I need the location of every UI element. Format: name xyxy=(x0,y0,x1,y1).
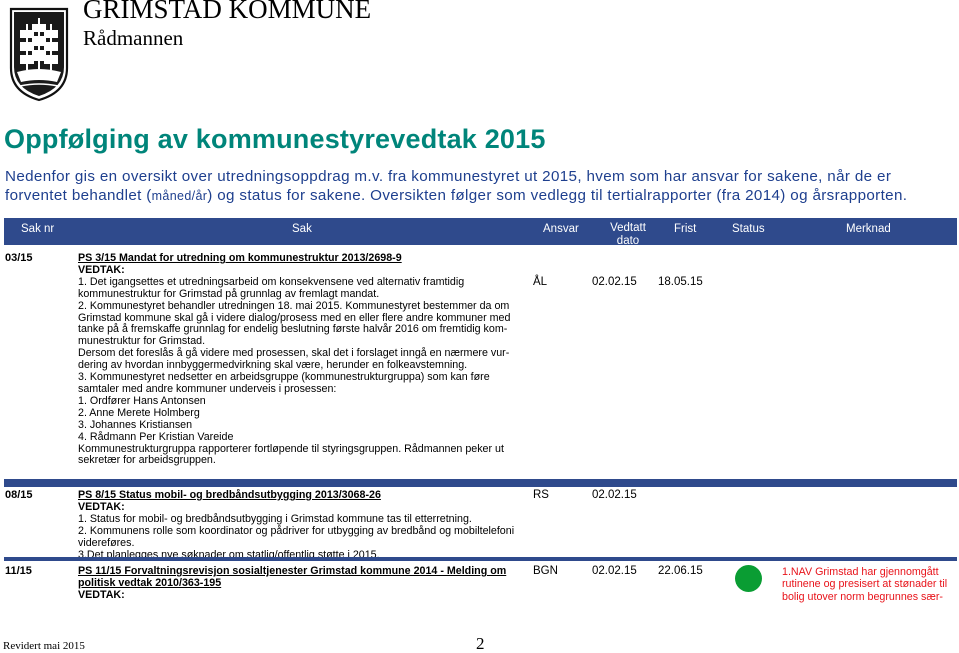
row-frist: 22.06.15 xyxy=(658,565,703,577)
row-line: 3. Johannes Kristiansen xyxy=(78,418,193,431)
merknad-line: bolig utover norm begrunnes sær- xyxy=(782,590,943,603)
row-ansvar: BGN xyxy=(533,565,558,577)
col-header-status: Status xyxy=(732,223,765,235)
col-header-saknr: Sak nr xyxy=(21,223,55,235)
row-sak: PS 3/15 Mandat for utredning om kommunes… xyxy=(78,252,523,467)
row-line: kommunestruktur for Grimstad på grunnlag… xyxy=(78,287,380,300)
merknad-line: rutinene og presisert at stønader til xyxy=(782,578,948,591)
page-number: 2 xyxy=(476,634,485,653)
row-separator xyxy=(4,557,957,561)
row-vedtatt: 02.02.15 xyxy=(592,276,637,288)
row-line: 2. Anne Merete Holmberg xyxy=(78,406,200,419)
row-line: 1. Ordfører Hans Antonsen xyxy=(78,394,206,407)
col-header-vedtatt-1: Vedtatt xyxy=(610,222,646,234)
row-line: 1. Det igangsettes et utredningsarbeid o… xyxy=(78,275,465,288)
col-header-vedtatt: Vedtatt dato xyxy=(608,222,648,248)
row-saknr: 03/15 xyxy=(5,252,33,264)
row-sak-title-2[interactable]: politisk vedtak 2010/363-195 xyxy=(78,577,523,590)
col-header-ansvar: Ansvar xyxy=(543,223,579,235)
row-ansvar: RS xyxy=(533,489,549,501)
col-header-vedtatt-2: dato xyxy=(616,235,640,247)
revision-note: Revidert mai 2015 xyxy=(3,640,85,652)
row-line: 2. Kommunestyret behandler utredningen 1… xyxy=(78,299,510,312)
row-vedtatt: 02.02.15 xyxy=(592,489,637,501)
intro-text-2: ) og status for sakene. Oversikten følge… xyxy=(207,187,908,204)
status-indicator-icon xyxy=(735,565,762,592)
intro-paragraph: Nedenfor gis en oversikt over utrednings… xyxy=(5,167,955,206)
row-merknad: 1.NAV Grimstad har gjennomgått rutinene … xyxy=(782,566,947,603)
col-header-merknad: Merknad xyxy=(846,223,891,235)
row-line: 4. Rådmann Per Kristian Vareide xyxy=(78,430,234,443)
row-frist: 18.05.15 xyxy=(658,276,703,288)
row-line: 2. Kommunens rolle som koordinator og på… xyxy=(78,524,515,537)
organization-name: GRIMSTAD KOMMUNE xyxy=(83,0,372,24)
row-sak-title[interactable]: PS 3/15 Mandat for utredning om kommunes… xyxy=(78,252,523,265)
merknad-line: 1.NAV Grimstad har gjennomgått xyxy=(782,566,939,578)
row-sak: PS 11/15 Forvaltningsrevisjon sosialtjen… xyxy=(78,565,523,602)
row-line: sekretær for arbeidsgruppen. xyxy=(78,454,216,467)
row-saknr: 08/15 xyxy=(5,489,33,501)
row-line: videreføres. xyxy=(78,536,135,549)
row-saknr: 11/15 xyxy=(5,565,32,577)
col-header-sak: Sak xyxy=(292,223,312,235)
row-vedtak-label: VEDTAK: xyxy=(78,588,125,601)
page-title: Oppfølging av kommunestyrevedtak 2015 xyxy=(4,124,546,154)
row-sak-title[interactable]: PS 8/15 Status mobil- og bredbåndsutbygg… xyxy=(78,489,523,502)
organization-unit: Rådmannen xyxy=(83,26,184,50)
municipal-crest-icon xyxy=(9,7,69,102)
row-line: 1. Status for mobil- og bredbåndsutbyggi… xyxy=(78,512,472,525)
row-sak: PS 8/15 Status mobil- og bredbåndsutbygg… xyxy=(78,489,523,561)
table-header: Sak nr Sak Ansvar Vedtatt dato Frist Stat… xyxy=(4,218,957,248)
intro-text-small: måned/år xyxy=(151,189,208,203)
row-vedtatt: 02.02.15 xyxy=(592,565,637,577)
col-header-frist: Frist xyxy=(674,223,697,235)
row-ansvar: ÅL xyxy=(533,276,548,288)
row-separator xyxy=(4,479,957,487)
